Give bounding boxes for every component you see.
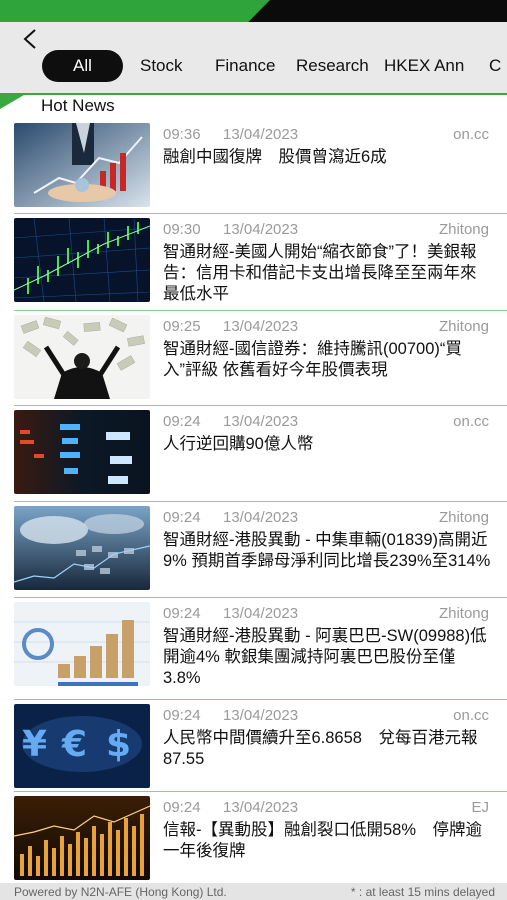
news-source: on.cc xyxy=(453,707,489,724)
tab-more[interactable]: C xyxy=(489,50,501,82)
news-date: 13/04/2023 xyxy=(223,605,299,622)
news-source: Zhitong xyxy=(438,605,489,622)
news-item[interactable]: 09:25 13/04/2023 Zhitong 智通財經-國信證券：維持騰訊(… xyxy=(0,311,507,406)
news-thumbnail xyxy=(14,315,150,399)
svg-text:¥: ¥ xyxy=(22,724,47,765)
news-title: 智通財經-港股異動 - 阿裏巴巴-SW(09988)低開逾4% 軟銀集團減持阿裏… xyxy=(163,627,487,687)
news-source: on.cc xyxy=(453,126,489,143)
news-date: 13/04/2023 xyxy=(223,509,299,526)
news-time: 09:24 xyxy=(163,605,201,622)
news-source: EJ xyxy=(471,799,489,816)
news-item[interactable]: 09:24 13/04/2023 Zhitong 智通財經-港股異動 - 阿裏巴… xyxy=(0,598,507,700)
news-title: 智通財經-美國人開始“縮衣節食”了！美銀報告：信用卡和借記卡支出增長降至至兩年來… xyxy=(163,243,477,303)
news-title: 智通財經-港股異動 - 中集車輛(01839)高開近9% 預期首季歸母淨利同比增… xyxy=(163,531,491,570)
news-title: 智通財經-國信證券：維持騰訊(00700)“買入”評級 依舊看好今年股價表現 xyxy=(163,340,462,379)
powered-by-text: Powered by N2N-AFE (Hong Kong) Ltd. xyxy=(14,885,227,899)
news-thumbnail xyxy=(14,123,150,207)
news-thumbnail xyxy=(14,602,150,686)
tab-finance[interactable]: Finance xyxy=(215,50,275,82)
news-title: 人民幣中間價續升至6.8658 兌每百港元報87.55 xyxy=(163,729,478,768)
news-date: 13/04/2023 xyxy=(223,799,299,816)
news-time: 09:24 xyxy=(163,707,201,724)
section-rule xyxy=(0,93,507,95)
news-thumbnail xyxy=(14,410,150,494)
news-date: 13/04/2023 xyxy=(223,707,299,724)
news-date: 13/04/2023 xyxy=(223,318,299,335)
footer: Powered by N2N-AFE (Hong Kong) Ltd. * : … xyxy=(0,883,507,900)
news-thumbnail xyxy=(14,796,150,880)
tab-all[interactable]: All xyxy=(42,50,123,82)
news-date: 13/04/2023 xyxy=(223,126,299,143)
news-time: 09:25 xyxy=(163,318,201,335)
news-source: Zhitong xyxy=(438,221,489,238)
news-item[interactable]: 09:24 13/04/2023 on.cc 人行逆回購90億人幣 xyxy=(0,406,507,502)
news-item[interactable]: 09:24 13/04/2023 EJ 信報-【異動股】融創裂口低開58% 停牌… xyxy=(0,792,507,883)
news-source: Zhitong xyxy=(438,318,489,335)
hot-news-header: Hot News xyxy=(0,93,507,119)
news-title: 融創中國復牌 股價曾瀉近6成 xyxy=(163,148,387,166)
category-tabs: All Stock Finance Research HKEX Ann C xyxy=(40,50,507,84)
news-thumbnail: ¥ € $ xyxy=(14,704,150,788)
delay-notice: * : at least 15 mins delayed xyxy=(350,885,495,899)
news-item[interactable]: 09:30 13/04/2023 Zhitong 智通財經-美國人開始“縮衣節食… xyxy=(0,214,507,311)
news-date: 13/04/2023 xyxy=(223,221,299,238)
news-item[interactable]: ¥ € $ 09:24 13/04/2023 on.cc 人民幣中間價續升至6.… xyxy=(0,700,507,792)
news-time: 09:24 xyxy=(163,509,201,526)
header-bar: All Stock Finance Research HKEX Ann C xyxy=(0,22,507,93)
tab-stock[interactable]: Stock xyxy=(140,50,183,82)
news-time: 09:24 xyxy=(163,413,201,430)
news-list: 09:36 13/04/2023 on.cc 融創中國復牌 股價曾瀉近6成 09… xyxy=(0,119,507,883)
news-time: 09:24 xyxy=(163,799,201,816)
news-thumbnail xyxy=(14,218,150,302)
news-thumbnail xyxy=(14,506,150,590)
tab-hkex-ann[interactable]: HKEX Ann xyxy=(384,50,464,82)
section-marker xyxy=(0,95,24,109)
brand-stripe xyxy=(0,0,270,22)
news-title: 人行逆回購90億人幣 xyxy=(163,435,314,453)
news-source: on.cc xyxy=(453,413,489,430)
news-source: Zhitong xyxy=(438,509,489,526)
news-item[interactable]: 09:24 13/04/2023 Zhitong 智通財經-港股異動 - 中集車… xyxy=(0,502,507,598)
news-title: 信報-【異動股】融創裂口低開58% 停牌逾一年後復牌 xyxy=(163,821,483,860)
news-time: 09:30 xyxy=(163,221,201,238)
news-item[interactable]: 09:36 13/04/2023 on.cc 融創中國復牌 股價曾瀉近6成 xyxy=(0,119,507,214)
news-time: 09:36 xyxy=(163,126,201,143)
section-title: Hot News xyxy=(41,96,115,115)
news-date: 13/04/2023 xyxy=(223,413,299,430)
svg-text:€: € xyxy=(61,724,87,765)
svg-text:$: $ xyxy=(106,724,131,765)
tab-research[interactable]: Research xyxy=(296,50,369,82)
status-strip xyxy=(0,0,507,22)
chevron-left-icon xyxy=(21,28,39,55)
